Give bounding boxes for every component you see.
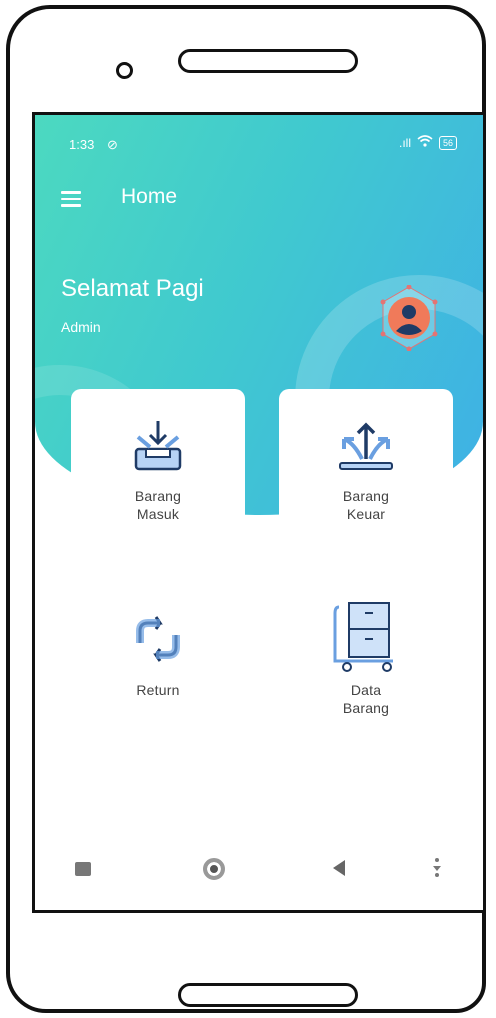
status-icons: .ıll 56 <box>399 135 457 150</box>
home-slot <box>178 983 358 1007</box>
card-label-line2: Masuk <box>136 506 180 522</box>
split-arrows-out-icon <box>339 422 393 470</box>
mute-icon: ⊘ <box>107 137 118 152</box>
more-icon[interactable] <box>431 856 443 883</box>
camera-dot <box>116 62 133 79</box>
speaker-slot <box>178 49 358 73</box>
menu-card-barang-masuk[interactable]: Barang Masuk <box>71 389 245 539</box>
card-label-line1: Return <box>136 682 180 698</box>
status-time: 1:33 <box>69 137 95 152</box>
card-label-line2: Barang <box>342 700 390 716</box>
menu-card-data-barang[interactable]: Data Barang <box>279 599 453 759</box>
bottom-navigation-bar <box>35 840 483 910</box>
card-label-line1: Barang <box>342 488 390 504</box>
menu-card-barang-keluar[interactable]: Barang Keuar <box>279 389 453 539</box>
wifi-icon <box>417 135 433 150</box>
inbox-in-icon <box>134 421 182 471</box>
greeting-text: Selamat Pagi <box>61 275 204 302</box>
app-screen: 1:33 ⊘ .ıll 56 Home Selamat Pagi Admin B… <box>32 112 486 913</box>
user-role: Admin <box>61 319 101 335</box>
page-title: Home <box>121 185 178 208</box>
card-label-line1: Barang <box>134 488 182 504</box>
menu-card-return[interactable]: Return <box>71 599 245 739</box>
refresh-icon <box>136 616 180 662</box>
avatar[interactable] <box>379 284 439 352</box>
back-triangle-icon[interactable] <box>331 858 347 883</box>
card-label-line2: Keuar <box>346 506 386 522</box>
card-label-line1: Data <box>350 682 382 698</box>
hamburger-menu-icon[interactable] <box>61 191 81 211</box>
circle-home-icon[interactable] <box>203 858 225 880</box>
battery-icon: 56 <box>438 135 457 150</box>
signal-icon: .ıll <box>398 135 411 150</box>
cabinet-cart-icon <box>333 602 393 672</box>
square-icon[interactable] <box>75 862 91 876</box>
